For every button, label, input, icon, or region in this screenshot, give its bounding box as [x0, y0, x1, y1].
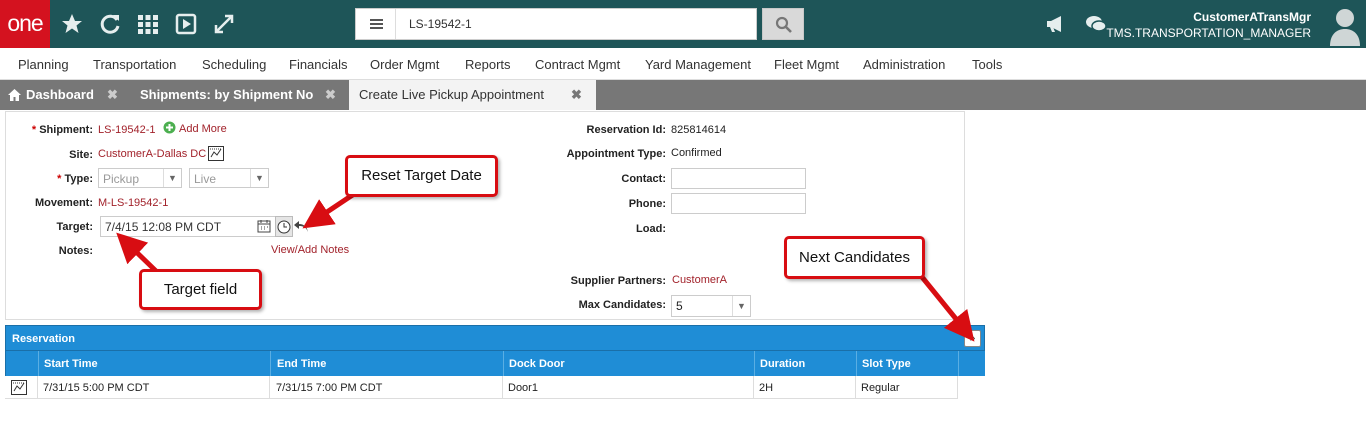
menu-contract-mgmt[interactable]: Contract Mgmt	[535, 57, 620, 72]
shipment-label: * Shipment:	[31, 124, 93, 136]
movement-label: Movement:	[34, 197, 93, 209]
close-icon[interactable]: ✖	[325, 80, 336, 110]
menu-reports[interactable]: Reports	[465, 57, 511, 72]
avatar[interactable]	[1328, 6, 1362, 46]
column-slot-type[interactable]: Slot Type	[862, 358, 911, 370]
appointment-type-value: Confirmed	[671, 147, 722, 159]
site-label: Site:	[69, 149, 93, 161]
menu-transportation[interactable]: Transportation	[93, 57, 176, 72]
max-candidates-label: Max Candidates:	[578, 299, 666, 311]
tab-dashboard[interactable]: Dashboard ✖	[6, 80, 130, 110]
refresh-icon[interactable]	[98, 12, 122, 36]
phone-field[interactable]	[671, 193, 806, 214]
menu-yard-management[interactable]: Yard Management	[645, 57, 751, 72]
tab-shipments[interactable]: Shipments: by Shipment No ✖	[140, 80, 345, 110]
callout-next-candidates: Next Candidates	[784, 236, 925, 279]
apps-grid-icon[interactable]	[136, 12, 160, 36]
chevron-down-icon: ▼	[250, 169, 268, 187]
play-icon[interactable]	[174, 12, 198, 36]
menu-fleet-mgmt[interactable]: Fleet Mgmt	[774, 57, 839, 72]
target-date-input[interactable]: 7/4/15 12:08 PM CDT	[100, 216, 276, 237]
user-role: TMS.TRANSPORTATION_MANAGER	[1106, 26, 1311, 40]
column-dock-door[interactable]: Dock Door	[509, 358, 565, 370]
search-input[interactable]: LS-19542-1	[409, 17, 472, 31]
cell-end-time: 7/31/15 7:00 PM CDT	[276, 382, 383, 394]
max-candidates-select[interactable]: 5 ▼	[671, 295, 751, 317]
menu-financials[interactable]: Financials	[289, 57, 348, 72]
supplier-partners-label: Supplier Partners:	[570, 275, 666, 287]
chevron-down-icon: ▼	[163, 169, 181, 187]
search-icon	[775, 16, 792, 33]
notes-label: Notes:	[58, 245, 93, 257]
target-label: Target:	[56, 221, 93, 233]
column-start-time[interactable]: Start Time	[44, 358, 98, 370]
cell-start-time: 7/31/15 5:00 PM CDT	[43, 382, 150, 394]
tab-create-live-pickup[interactable]: Create Live Pickup Appointment ✖	[349, 80, 596, 110]
megaphone-icon[interactable]	[1044, 12, 1068, 36]
type-label: * Type:	[57, 173, 93, 185]
site-details-icon[interactable]	[208, 146, 224, 161]
cell-duration: 2H	[759, 382, 774, 394]
clock-icon	[277, 220, 291, 234]
main-menu: Planning Transportation Scheduling Finan…	[0, 48, 1366, 80]
menu-order-mgmt[interactable]: Order Mgmt	[370, 57, 439, 72]
type2-select-value: Live	[194, 172, 217, 186]
movement-link[interactable]: M-LS-19542-1	[98, 197, 168, 209]
add-more-link[interactable]: Add More	[179, 123, 227, 135]
reset-target-date-button[interactable]	[275, 216, 293, 237]
site-link[interactable]: CustomerA-Dallas DC	[98, 148, 206, 160]
chevron-down-icon: ▼	[732, 296, 750, 316]
contact-field[interactable]	[671, 168, 806, 189]
view-add-notes-link[interactable]: View/Add Notes	[271, 244, 349, 256]
reservation-id-label: Reservation Id:	[586, 124, 666, 136]
tab-bar: Dashboard ✖ Shipments: by Shipment No ✖ …	[0, 80, 1366, 110]
load-label: Load:	[636, 223, 666, 235]
contact-label: Contact:	[621, 173, 666, 185]
search-button[interactable]	[762, 8, 804, 40]
phone-label: Phone:	[628, 198, 666, 210]
column-end-time[interactable]: End Time	[277, 358, 326, 370]
column-duration[interactable]: Duration	[760, 358, 805, 370]
tab-create-live-pickup-label: Create Live Pickup Appointment	[359, 87, 544, 102]
menu-administration[interactable]: Administration	[863, 57, 945, 72]
chat-icon[interactable]	[1084, 12, 1108, 36]
one-logo[interactable]: one	[0, 0, 50, 48]
reservation-id-value: 825814614	[671, 124, 727, 136]
row-details-icon[interactable]	[11, 380, 27, 395]
tab-shipments-label: Shipments: by Shipment No	[140, 87, 314, 102]
user-info[interactable]: CustomerATransMgr TMS.TRANSPORTATION_MAN…	[1106, 9, 1311, 41]
type-select-value: Pickup	[103, 172, 140, 186]
next-candidates-button[interactable]: »	[964, 330, 981, 347]
menu-planning[interactable]: Planning	[18, 57, 69, 72]
menu-scheduling[interactable]: Scheduling	[202, 57, 266, 72]
type-select[interactable]: Pickup ▼	[98, 168, 182, 188]
appointment-type-label: Appointment Type:	[566, 148, 666, 160]
max-candidates-value: 5	[676, 299, 683, 313]
cell-dock-door: Door1	[508, 382, 538, 394]
type2-select[interactable]: Live ▼	[189, 168, 269, 188]
expand-icon[interactable]	[212, 12, 236, 36]
search-box[interactable]: LS-19542-1	[355, 8, 757, 40]
user-name: CustomerATransMgr	[1193, 10, 1311, 24]
callout-reset-target-date: Reset Target Date	[345, 155, 498, 197]
close-icon[interactable]: ✖	[107, 80, 118, 110]
undo-icon[interactable]	[293, 220, 309, 234]
star-icon[interactable]	[60, 12, 84, 36]
callout-target-field: Target field	[139, 269, 262, 310]
shipment-link[interactable]: LS-19542-1	[98, 124, 156, 136]
supplier-partner-link[interactable]: CustomerA	[672, 274, 727, 286]
home-icon	[8, 89, 21, 101]
reservation-title: Reservation	[12, 333, 75, 345]
reservation-table-header: Start Time End Time Dock Door Duration S…	[5, 351, 985, 376]
top-bar: one LS-19542-1 CustomerATransMgr TMS.TRA…	[0, 0, 1366, 48]
close-icon[interactable]: ✖	[571, 80, 582, 110]
tab-dashboard-label: Dashboard	[26, 87, 94, 102]
cell-slot-type: Regular	[861, 382, 900, 394]
reservation-panel-header: Reservation »	[5, 325, 985, 351]
calendar-icon[interactable]	[257, 219, 271, 233]
menu-tools[interactable]: Tools	[972, 57, 1002, 72]
search-menu-button[interactable]	[356, 9, 396, 39]
add-circle-icon[interactable]	[163, 121, 176, 134]
table-row[interactable]: 7/31/15 5:00 PM CDT 7/31/15 7:00 PM CDT …	[5, 376, 958, 399]
